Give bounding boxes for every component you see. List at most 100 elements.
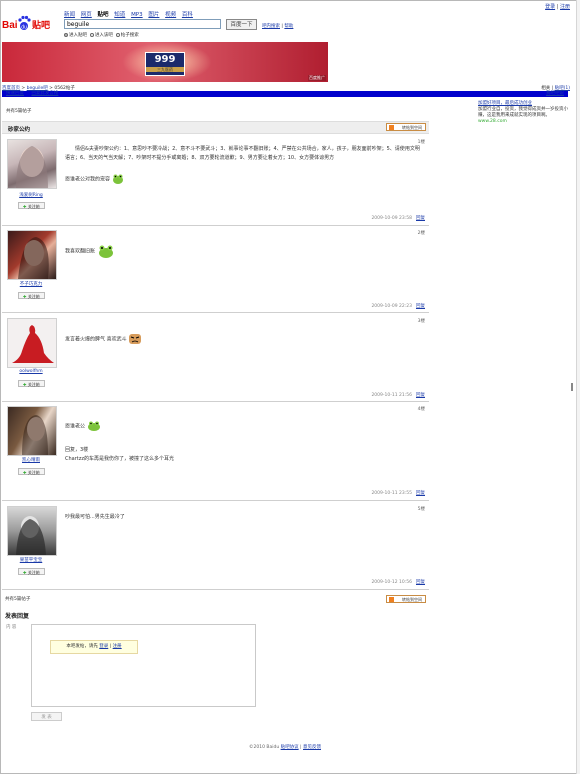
floor-number: 2楼 [417,231,425,236]
plus-icon: ✚ [23,570,27,575]
reply-link[interactable]: 回复 [416,491,425,496]
follow-button[interactable]: ✚ 关注她 [18,202,45,209]
frog-emoticon-icon [112,174,123,184]
thread-title: 砂家公约 [8,127,31,133]
product-nav: 新闻 网页 贴吧 知道 MP3 图片 视频 百科 [64,10,197,18]
repost-icon [389,125,394,130]
post-meta: 2009-10-09 22:23 回复 [371,304,425,309]
my-bar-link[interactable]: 我吧吧说 [546,91,564,97]
reply-textarea[interactable] [31,624,256,707]
radio-enter-bar[interactable]: 进入该吧 [89,32,113,38]
nav-video[interactable]: 视频 [165,12,176,18]
post-content: 我喜欢翻旧账 [65,244,423,258]
submit-button[interactable]: 发 表 [31,712,62,721]
search-help-links: 吧内搜索 | 帮助 [262,24,294,29]
username[interactable]: 果苗平宝宝 [7,557,55,563]
username[interactable]: 不子巧克力 [7,281,55,287]
login-tip: 本吧发帖，请先 登录 | 注册 [50,640,138,654]
tip-login-link[interactable]: 登录 [99,644,108,649]
login-link[interactable]: 登录 [545,4,555,10]
top-links: 登录 | 注册 [545,4,570,10]
reply-link[interactable]: 回复 [416,393,425,398]
logo-tieba: 贴吧 [32,19,50,31]
plus-icon: ✚ [23,470,27,475]
reply-section-title: 发表回复 [5,613,30,620]
post-content: 发言着火爆的脾气 喜欢武斗 [65,333,423,345]
sidebar-ad-body: 加盟行业自，投资，我觉得成资并一岁投资小赚，这是我用来成就实现的项目啊。 [478,107,568,118]
post-content: 情侣&夫妻吵架公约：1、意思吵不要冷战；2、意不斗不要武斗；3、就事论事不翻旧账… [65,145,423,185]
content-label: 内 容 [6,625,17,630]
search-mode-radios: 进入贴吧 进入该吧 帖子搜索 [64,32,139,38]
search-input[interactable] [64,19,221,29]
nav-news[interactable]: 新闻 [64,12,75,18]
follow-button[interactable]: ✚ 关注她 [18,380,45,387]
floor-number: 4楼 [417,407,425,412]
angry-face-icon [129,334,142,344]
avatar[interactable] [7,506,57,556]
post-meta: 2009-10-12 10:56 回复 [371,580,425,585]
nav-mp3[interactable]: MP3 [131,12,143,18]
sidebar-ad: 加盟好项目，最后成功创业 加盟行业自，投资，我觉得成资并一岁投资小赚，这是我用来… [478,101,570,125]
avatar[interactable] [7,318,57,368]
avatar[interactable] [7,139,57,189]
register-link[interactable]: 注册 [560,4,570,10]
repost-button[interactable]: 转帖到空间 [386,123,426,131]
terms-link[interactable]: 贴吧协议 [281,745,299,750]
plus-icon: ✚ [23,382,27,387]
nav-web[interactable]: 网页 [81,12,92,18]
post-meta: 2009-10-11 23:55 回复 [371,491,425,496]
reply-link[interactable]: 回复 [416,216,425,221]
reply-link[interactable]: 回复 [416,580,425,585]
follow-button[interactable]: ✚ 关注她 [18,292,45,299]
search-button[interactable]: 百度一下 [226,19,257,30]
repost-button-bottom[interactable]: 转帖到空间 [386,595,426,603]
post-count-top: 共有5篇帖子 [6,109,32,114]
post-2: 不子巧克力 ✚ 关注她 2楼 我喜欢翻旧账 2009-10-09 22:23 回复 [2,226,429,313]
post-1: 浅爱树Ring ✚ 关注她 1楼 情侣&夫妻吵架公约：1、意思吵不要冷战；2、意… [2,133,429,226]
vertical-scrollbar[interactable] [576,0,580,774]
floor-number: 3楼 [417,319,425,324]
logo-bai: Bai [2,20,18,31]
username[interactable]: oolwolfhm [7,369,55,374]
banner-logo: 999 三九医药 [145,52,185,76]
nav-baike[interactable]: 百科 [182,12,193,18]
thread-toolbar: 快速回复 回复此发言楼 我吧吧说 [2,91,568,97]
reply-link[interactable]: 回复 [416,304,425,309]
follow-button[interactable]: ✚ 关注她 [18,568,45,575]
bar-search-link[interactable]: 吧内搜索 [262,24,280,29]
username[interactable]: 凯心晴雨 [7,457,55,463]
logo-du: du [21,25,27,31]
username[interactable]: 浅爱树Ring [7,192,55,198]
post-count-bottom: 共有5篇帖子 [5,597,31,602]
ad-banner[interactable]: 999 三九医药 百度推广 [2,42,328,82]
avatar[interactable] [7,406,57,456]
reply-floor-link[interactable]: 回复此发言楼 [31,91,58,96]
baidu-tieba-logo[interactable]: Bai du 贴吧 [2,13,62,33]
nav-images[interactable]: 图片 [148,12,159,18]
radio-enter-tieba[interactable]: 进入贴吧 [64,32,87,38]
post-content: 吵我最可怕...男先生最冷了 [65,514,125,520]
feedback-link[interactable]: 意见反馈 [303,745,321,750]
quick-reply-link[interactable]: 快速回复 [6,91,24,96]
post-5: 果苗平宝宝 ✚ 关注她 5楼 吵我最可怕...男先生最冷了 2009-10-12… [2,501,429,590]
post-meta: 2009-10-09 23:58 回复 [371,216,425,221]
repost-icon [389,597,394,602]
post-4: 凯心晴雨 ✚ 关注她 4楼 恩谁老公 回复，3楼 Chartzz的车再是我伤你了… [2,402,429,501]
floor-number: 5楼 [417,507,425,512]
scroll-handle[interactable] [571,383,573,391]
frog-emoticon-icon [98,245,113,258]
footer: ©2010 Baidu 贴吧协议 | 意见反馈 [248,745,321,750]
post-meta: 2009-10-11 21:56 回复 [371,393,425,398]
radio-post-search[interactable]: 帖子搜索 [115,32,139,38]
plus-icon: ✚ [23,204,27,209]
avatar[interactable] [7,230,57,280]
banner-tag: 百度推广 [308,75,326,81]
plus-icon: ✚ [23,294,27,299]
sidebar-ad-url[interactable]: www.28.com [478,119,570,125]
post-content: 恩谁老公 回复，3楼 Chartzz的车再是我伤你了，被撞了这么多个耳光 [65,420,423,464]
frog-emoticon-icon [87,421,100,431]
help-link[interactable]: 帮助 [284,24,293,29]
follow-button[interactable]: ✚ 关注她 [18,468,45,475]
nav-zhidao[interactable]: 知道 [114,12,125,18]
tip-register-link[interactable]: 注册 [113,644,122,649]
